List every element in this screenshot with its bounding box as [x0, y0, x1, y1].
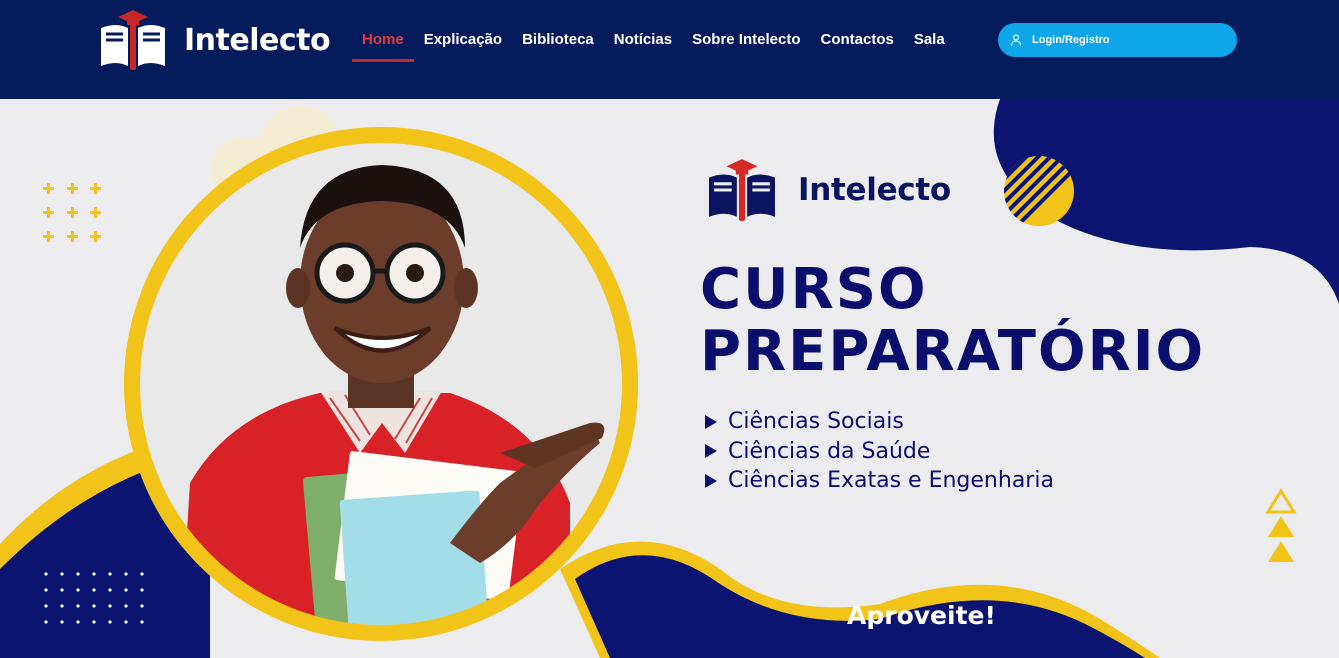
course-item-label: Ciências Sociais	[728, 409, 904, 434]
play-triangle-icon	[705, 444, 717, 459]
site-logo[interactable]: Intelecto	[98, 8, 331, 72]
hero-logo: Intelecto	[704, 157, 951, 223]
site-header: Intelecto Home Explicação Biblioteca Not…	[0, 0, 1339, 99]
hero-title: CURSO PREPARATÓRIO	[700, 259, 1205, 383]
login-register-button[interactable]: Login/Registro	[998, 23, 1237, 57]
student-illustration	[124, 127, 638, 641]
nav-sala[interactable]: Sala	[914, 22, 945, 62]
hero-title-line2: PREPARATÓRIO	[700, 319, 1206, 384]
hero-banner[interactable]: Intelecto CURSO PREPARATÓRIO Ciências So…	[0, 99, 1339, 658]
hero-logo-text: Intelecto	[798, 172, 951, 208]
hero-title-line1: CURSO	[700, 257, 928, 322]
login-register-label: Login/Registro	[1032, 34, 1110, 46]
nav-contactos[interactable]: Contactos	[820, 22, 893, 62]
logo-text: Intelecto	[184, 22, 331, 58]
course-item-label: Ciências Exatas e Engenharia	[728, 468, 1054, 493]
nav-home[interactable]: Home	[352, 22, 414, 62]
student-photo	[120, 123, 642, 645]
book-graduation-logo-icon	[709, 159, 775, 221]
nav-sobre-intelecto[interactable]: Sobre Intelecto	[692, 22, 800, 62]
nav-biblioteca[interactable]: Biblioteca	[522, 22, 594, 62]
play-triangle-icon	[705, 414, 717, 429]
course-item: Ciências Exatas e Engenharia	[705, 466, 1054, 496]
nav-explicacao[interactable]: Explicação	[424, 22, 502, 62]
book-graduation-logo-icon	[101, 10, 165, 70]
course-item: Ciências da Saúde	[705, 437, 1054, 467]
play-triangle-icon	[705, 473, 717, 488]
user-icon	[1010, 34, 1022, 46]
main-nav: Home Explicação Biblioteca Notícias Sobr…	[352, 22, 965, 62]
aproveite-cta[interactable]: Aproveite!	[847, 601, 996, 630]
course-list: Ciências Sociais Ciências da Saúde Ciênc…	[705, 407, 1054, 496]
course-item-label: Ciências da Saúde	[728, 438, 931, 464]
nav-noticias[interactable]: Notícias	[614, 22, 672, 62]
course-item: Ciências Sociais	[705, 407, 1054, 437]
